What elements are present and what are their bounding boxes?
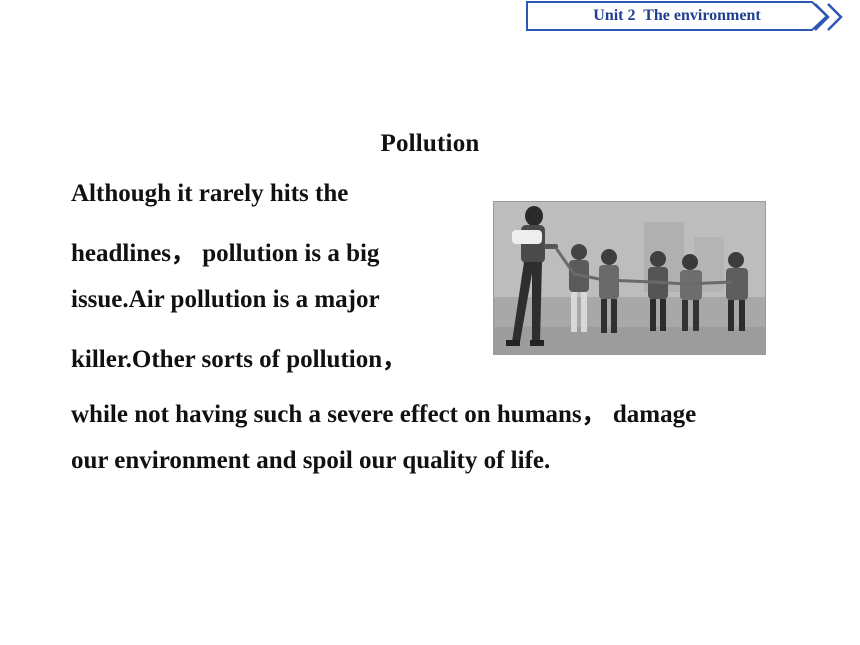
body-line: killer.Other sorts of pollution， xyxy=(71,346,408,373)
double-chevron-right-icon xyxy=(814,3,843,31)
unit-header-tag: Unit 2 The environment xyxy=(526,1,828,31)
children-in-smog-image xyxy=(494,202,765,354)
body-line: Although it rarely hits the xyxy=(71,180,349,207)
page-title: Pollution xyxy=(380,130,480,157)
body-line: our environment and spoil our quality of… xyxy=(71,447,551,474)
body-line: while not having such a severe effect on… xyxy=(71,401,697,428)
slide: Unit 2 The environment Pollution Althoug… xyxy=(0,0,860,645)
unit-label: Unit 2 The environment xyxy=(593,7,761,24)
body-line: issue.Air pollution is a major xyxy=(71,286,380,313)
body-line: headlines， pollution is a big xyxy=(71,240,380,267)
pollution-photo xyxy=(493,201,766,355)
